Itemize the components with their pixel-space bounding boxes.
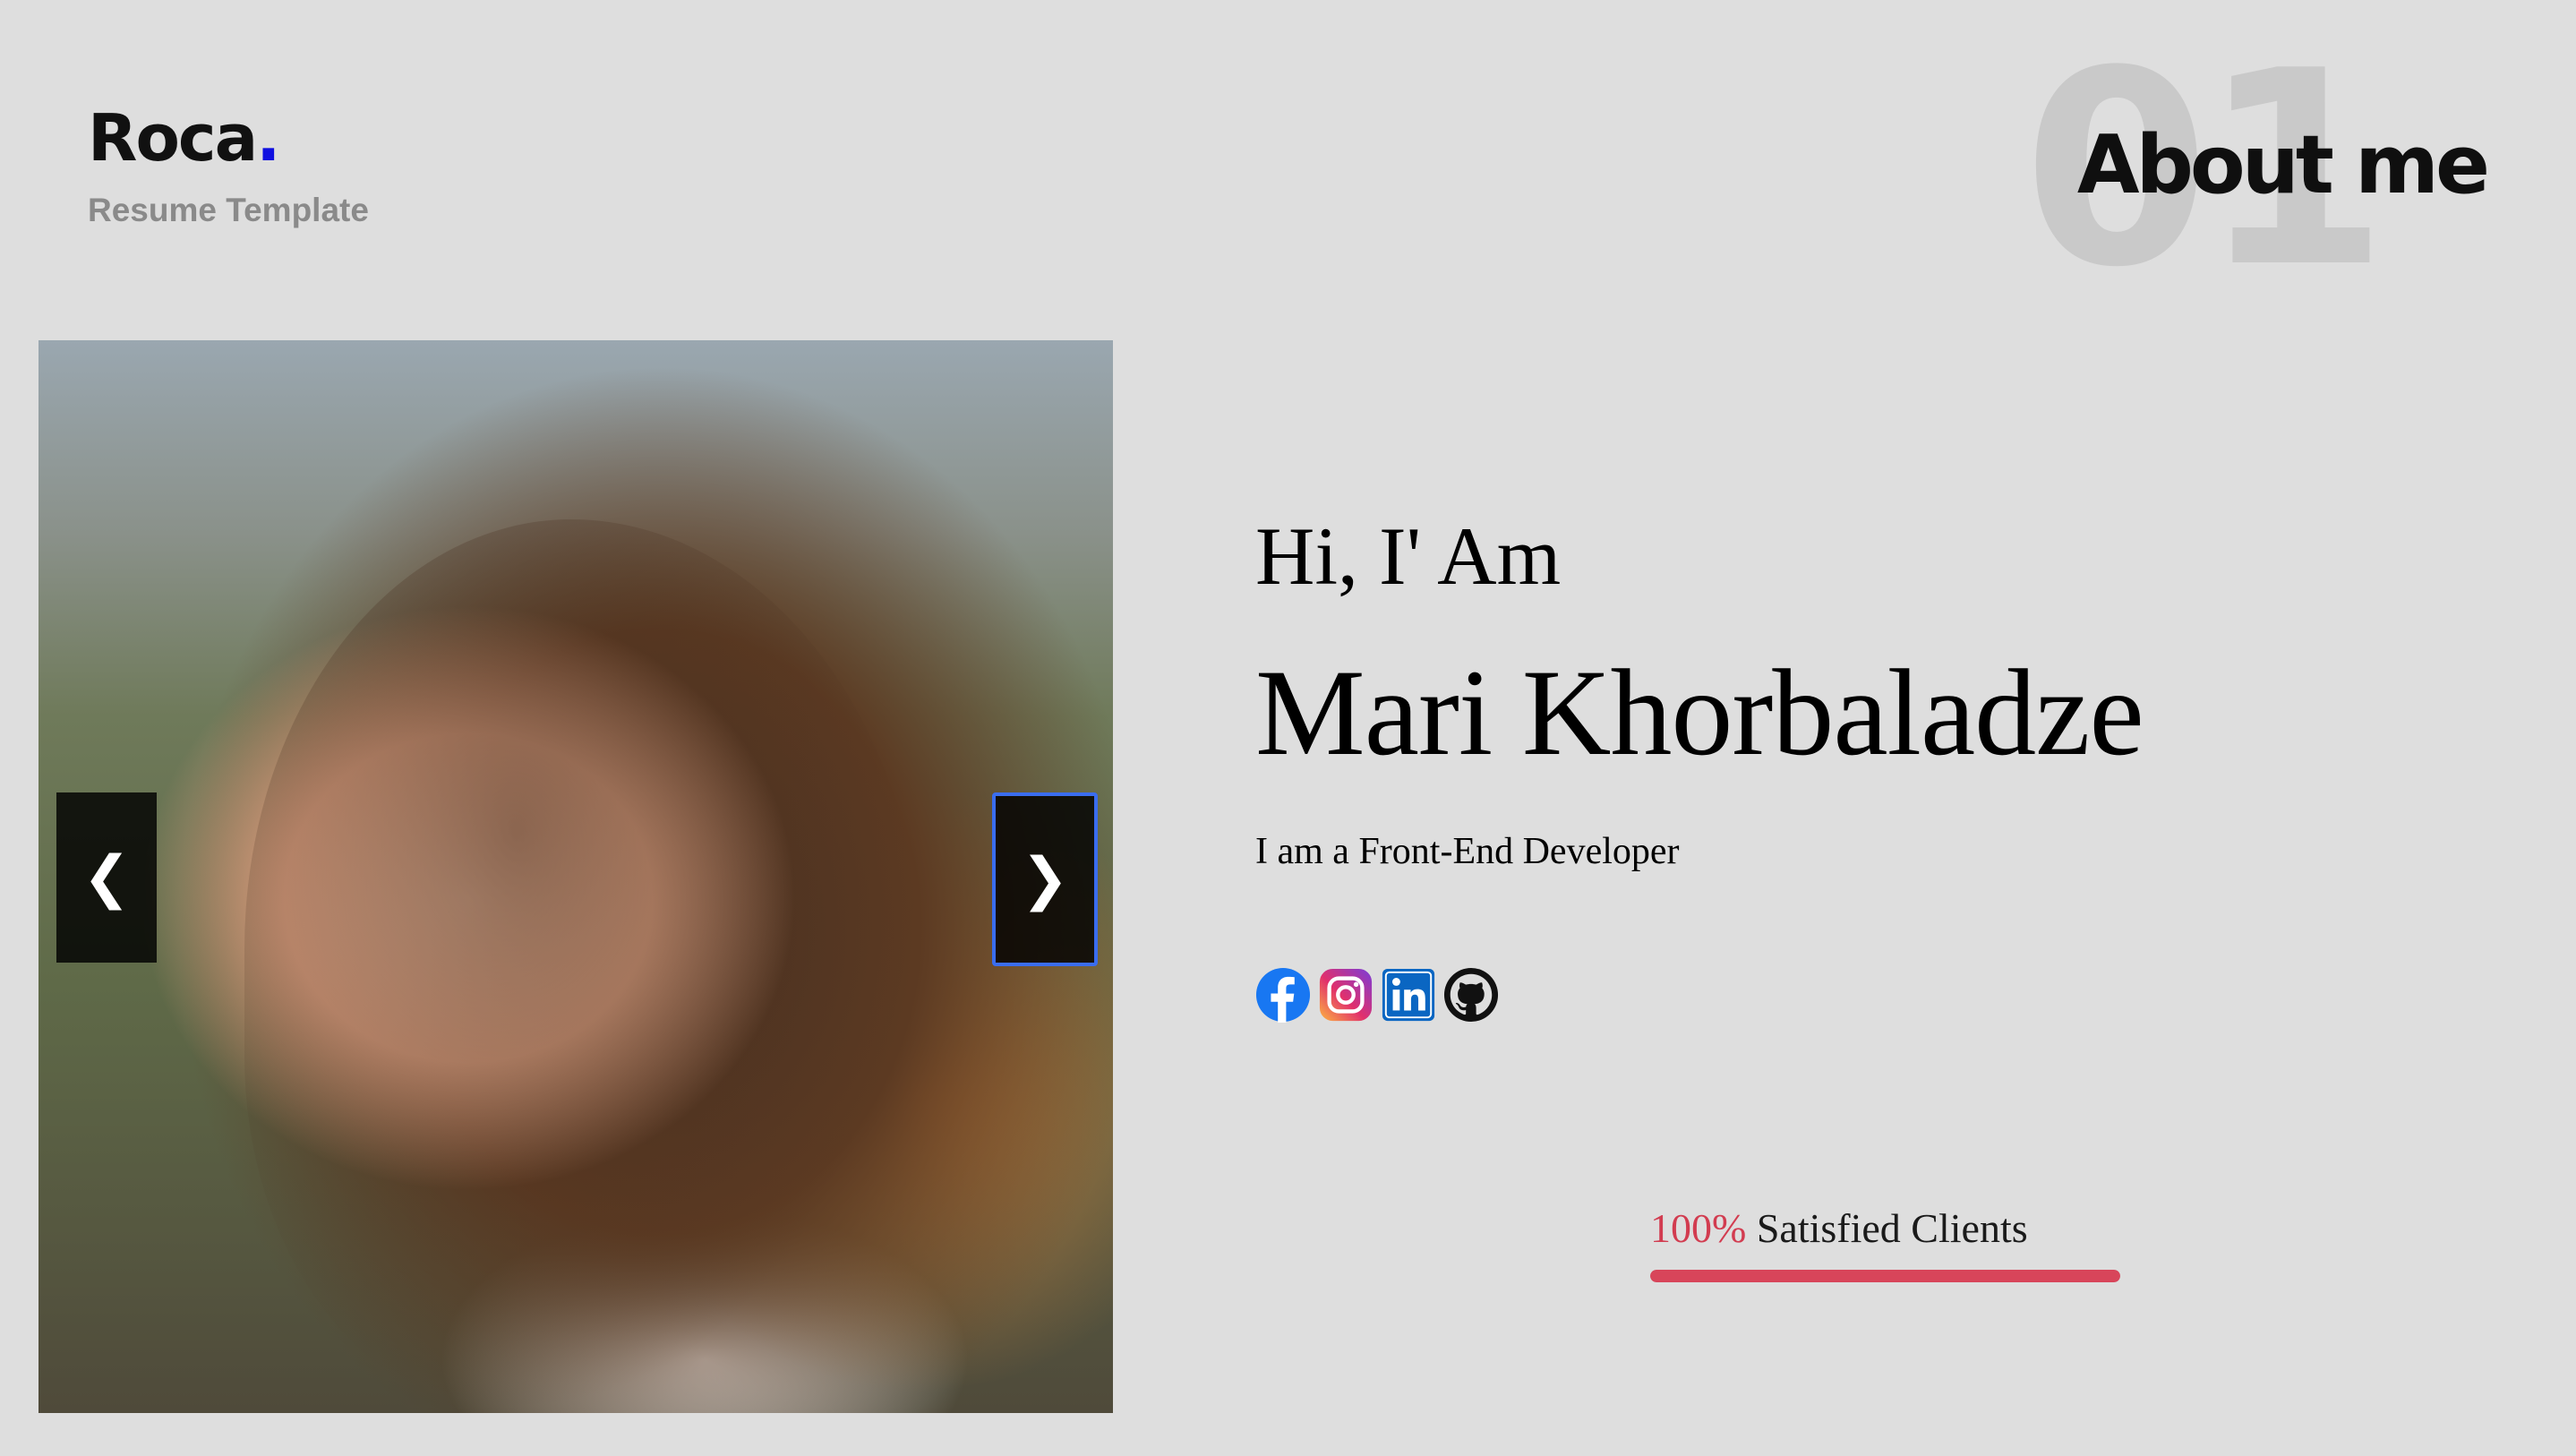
stat-progress-bar: [1650, 1270, 2120, 1282]
facebook-link[interactable]: [1255, 967, 1311, 1023]
stat-label: Satisfied Clients: [1756, 1205, 2028, 1251]
intro: Hi, I' Am Mari Khorbaladze I am a Front-…: [1255, 515, 2144, 873]
social-links: [1255, 967, 1499, 1023]
profile-photo: [39, 340, 1113, 1413]
person-role: I am a Front-End Developer: [1255, 831, 1680, 872]
section-heading: 01 About me: [1985, 36, 2490, 304]
facebook-icon: [1255, 967, 1311, 1023]
chevron-left-icon: ❮: [82, 844, 131, 911]
stat-value: 100%: [1650, 1205, 1747, 1251]
brand: Roca. Resume Template: [88, 106, 369, 229]
brand-dot: .: [256, 100, 280, 176]
section-title: About me: [2076, 118, 2490, 212]
chevron-right-icon: ❯: [1021, 846, 1069, 912]
github-link[interactable]: [1443, 967, 1499, 1023]
stat-satisfied-clients: 100% Satisfied Clients: [1650, 1204, 2120, 1282]
greeting: Hi, I' Am: [1255, 510, 1562, 602]
brand-name: Roca: [88, 100, 258, 176]
photo-carousel: ❮ ❯: [39, 340, 1113, 1413]
stat-text: 100% Satisfied Clients: [1650, 1204, 2120, 1252]
brand-logo[interactable]: Roca.: [88, 106, 369, 170]
instagram-link[interactable]: [1318, 967, 1374, 1023]
brand-subtitle: Resume Template: [88, 192, 369, 228]
person-name: Mari Khorbaladze: [1255, 644, 2144, 781]
carousel-prev-button[interactable]: ❮: [56, 792, 157, 963]
linkedin-icon: [1382, 968, 1435, 1022]
linkedin-link[interactable]: [1381, 967, 1436, 1023]
github-icon: [1443, 967, 1499, 1023]
carousel-next-button[interactable]: ❯: [992, 792, 1098, 966]
instagram-icon: [1319, 968, 1373, 1022]
stat-progress-fill: [1650, 1270, 2120, 1282]
